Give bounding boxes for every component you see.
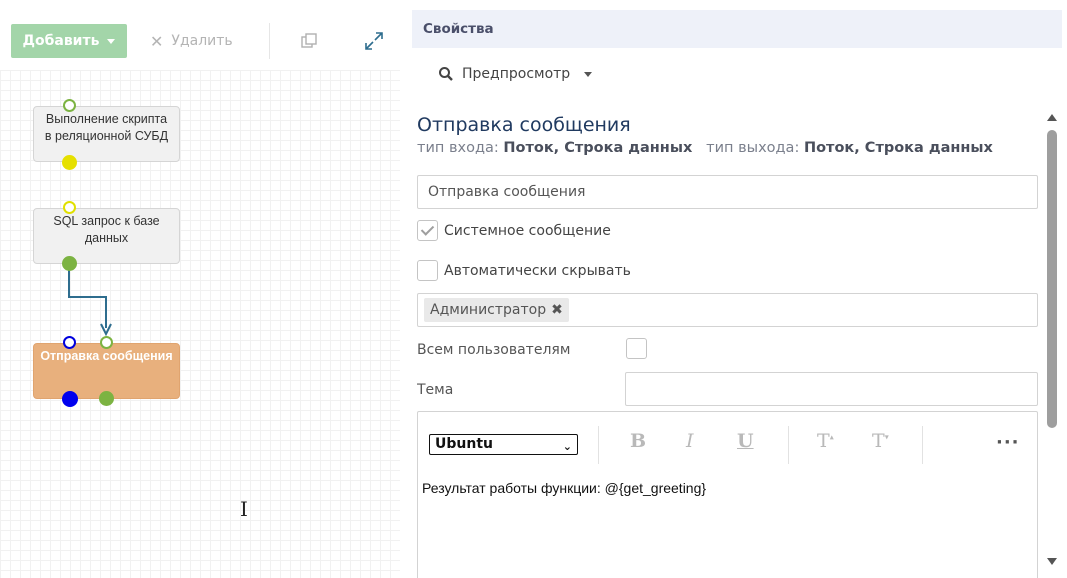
auto-hide-label: Автоматически скрывать bbox=[444, 262, 631, 279]
node-input-port[interactable] bbox=[63, 201, 76, 214]
delete-button[interactable]: ✕ Удалить bbox=[150, 24, 233, 58]
workflow-editor: Добавить ✕ Удалить Выполнение скрипта в … bbox=[0, 0, 400, 578]
superscript-glyph: T bbox=[817, 430, 830, 452]
subscript-button[interactable]: T▾ bbox=[872, 430, 889, 452]
component-types: тип входа: Поток, Строка данных тип выхо… bbox=[417, 140, 1042, 156]
input-type-label: тип входа: bbox=[417, 140, 499, 156]
node-label: Отправка сообщения bbox=[40, 349, 173, 363]
output-type-value: Поток, Строка данных bbox=[803, 140, 993, 156]
copy-icon bbox=[301, 33, 317, 48]
preview-label: Предпросмотр bbox=[462, 66, 571, 82]
node-input-port[interactable] bbox=[100, 336, 113, 349]
font-select-value: Ubuntu bbox=[435, 436, 493, 452]
workflow-node-sql[interactable]: SQL запрос к базе данных bbox=[33, 208, 180, 264]
chevron-down-icon: ⌄ bbox=[562, 440, 572, 453]
node-output-port[interactable] bbox=[62, 391, 78, 407]
underline-button[interactable]: U bbox=[737, 430, 754, 452]
workflow-canvas[interactable]: Выполнение скрипта в реляционной СУБД SQ… bbox=[0, 70, 400, 578]
recipient-tag-label: Администратор bbox=[430, 302, 547, 318]
scroll-up-icon[interactable] bbox=[1047, 114, 1057, 121]
properties-panel: Свойства Предпросмотр Отправка сообщения… bbox=[412, 0, 1067, 578]
expand-icon bbox=[365, 32, 383, 50]
node-input-port[interactable] bbox=[63, 99, 76, 112]
output-type-label: тип выхода: bbox=[706, 140, 800, 156]
bold-button[interactable]: B bbox=[630, 430, 646, 452]
node-input-port[interactable] bbox=[63, 336, 76, 349]
editor-toolbar: Добавить ✕ Удалить bbox=[0, 0, 400, 70]
remove-tag-icon[interactable]: ✖ bbox=[551, 302, 563, 318]
auto-hide-row: Автоматически скрывать bbox=[417, 260, 631, 281]
close-icon: ✕ bbox=[150, 31, 164, 51]
scroll-down-icon[interactable] bbox=[1047, 558, 1057, 565]
add-button[interactable]: Добавить bbox=[11, 24, 127, 58]
system-message-row: Системное сообщение bbox=[417, 220, 611, 241]
scrollbar[interactable] bbox=[1045, 112, 1059, 578]
font-select[interactable]: Ubuntu ⌄ bbox=[429, 434, 578, 455]
recipients-input[interactable]: Администратор ✖ bbox=[417, 293, 1038, 327]
workflow-node-script[interactable]: Выполнение скрипта в реляционной СУБД bbox=[33, 106, 180, 162]
system-message-checkbox[interactable] bbox=[417, 220, 438, 241]
component-title: Отправка сообщения bbox=[417, 114, 631, 136]
node-output-port[interactable] bbox=[62, 256, 77, 271]
toolbar-divider bbox=[922, 426, 923, 464]
fullscreen-button[interactable] bbox=[363, 30, 385, 52]
toolbar-divider bbox=[269, 23, 270, 59]
subscript-glyph: T bbox=[872, 430, 885, 452]
name-input[interactable]: Отправка сообщения bbox=[417, 175, 1038, 209]
editor-toolbar: Ubuntu ⌄ B I U T▴ T▾ ··· bbox=[418, 412, 1037, 472]
subject-input[interactable] bbox=[625, 372, 1038, 406]
all-users-label: Всем пользователям bbox=[417, 342, 571, 358]
message-editor: Ubuntu ⌄ B I U T▴ T▾ ··· Результат работ… bbox=[417, 411, 1038, 578]
panel-header: Свойства bbox=[412, 10, 1062, 48]
italic-button[interactable]: I bbox=[686, 430, 694, 452]
add-button-label: Добавить bbox=[22, 33, 100, 49]
superscript-button[interactable]: T▴ bbox=[817, 430, 834, 452]
node-label: SQL запрос к базе bbox=[53, 214, 160, 228]
node-output-port[interactable] bbox=[99, 391, 114, 406]
node-output-port[interactable] bbox=[62, 155, 77, 170]
auto-hide-checkbox[interactable] bbox=[417, 260, 438, 281]
chevron-down-icon bbox=[107, 38, 116, 44]
system-message-label: Системное сообщение bbox=[444, 222, 611, 239]
toolbar-divider bbox=[788, 426, 789, 464]
toolbar-divider bbox=[598, 426, 599, 464]
delete-button-label: Удалить bbox=[171, 33, 233, 49]
editor-content[interactable]: Результат работы функции: @{get_greeting… bbox=[422, 480, 706, 496]
copy-button[interactable] bbox=[298, 30, 320, 52]
all-users-checkbox[interactable] bbox=[626, 338, 647, 359]
more-options-button[interactable]: ··· bbox=[996, 432, 1020, 453]
node-label: Выполнение скрипта bbox=[45, 112, 168, 126]
subject-label: Тема bbox=[417, 382, 454, 398]
text-cursor-icon: I bbox=[240, 497, 248, 521]
node-label: данных bbox=[84, 231, 129, 245]
scrollbar-thumb[interactable] bbox=[1047, 130, 1057, 428]
chevron-down-icon bbox=[584, 71, 593, 77]
preview-dropdown[interactable]: Предпросмотр bbox=[438, 66, 593, 82]
properties-form: Отправка сообщения тип входа: Поток, Стр… bbox=[417, 110, 1042, 578]
node-label: в реляционной СУБД bbox=[44, 129, 169, 143]
recipient-tag: Администратор ✖ bbox=[424, 298, 569, 322]
input-type-value: Поток, Строка данных bbox=[503, 140, 693, 156]
search-icon bbox=[439, 67, 453, 81]
